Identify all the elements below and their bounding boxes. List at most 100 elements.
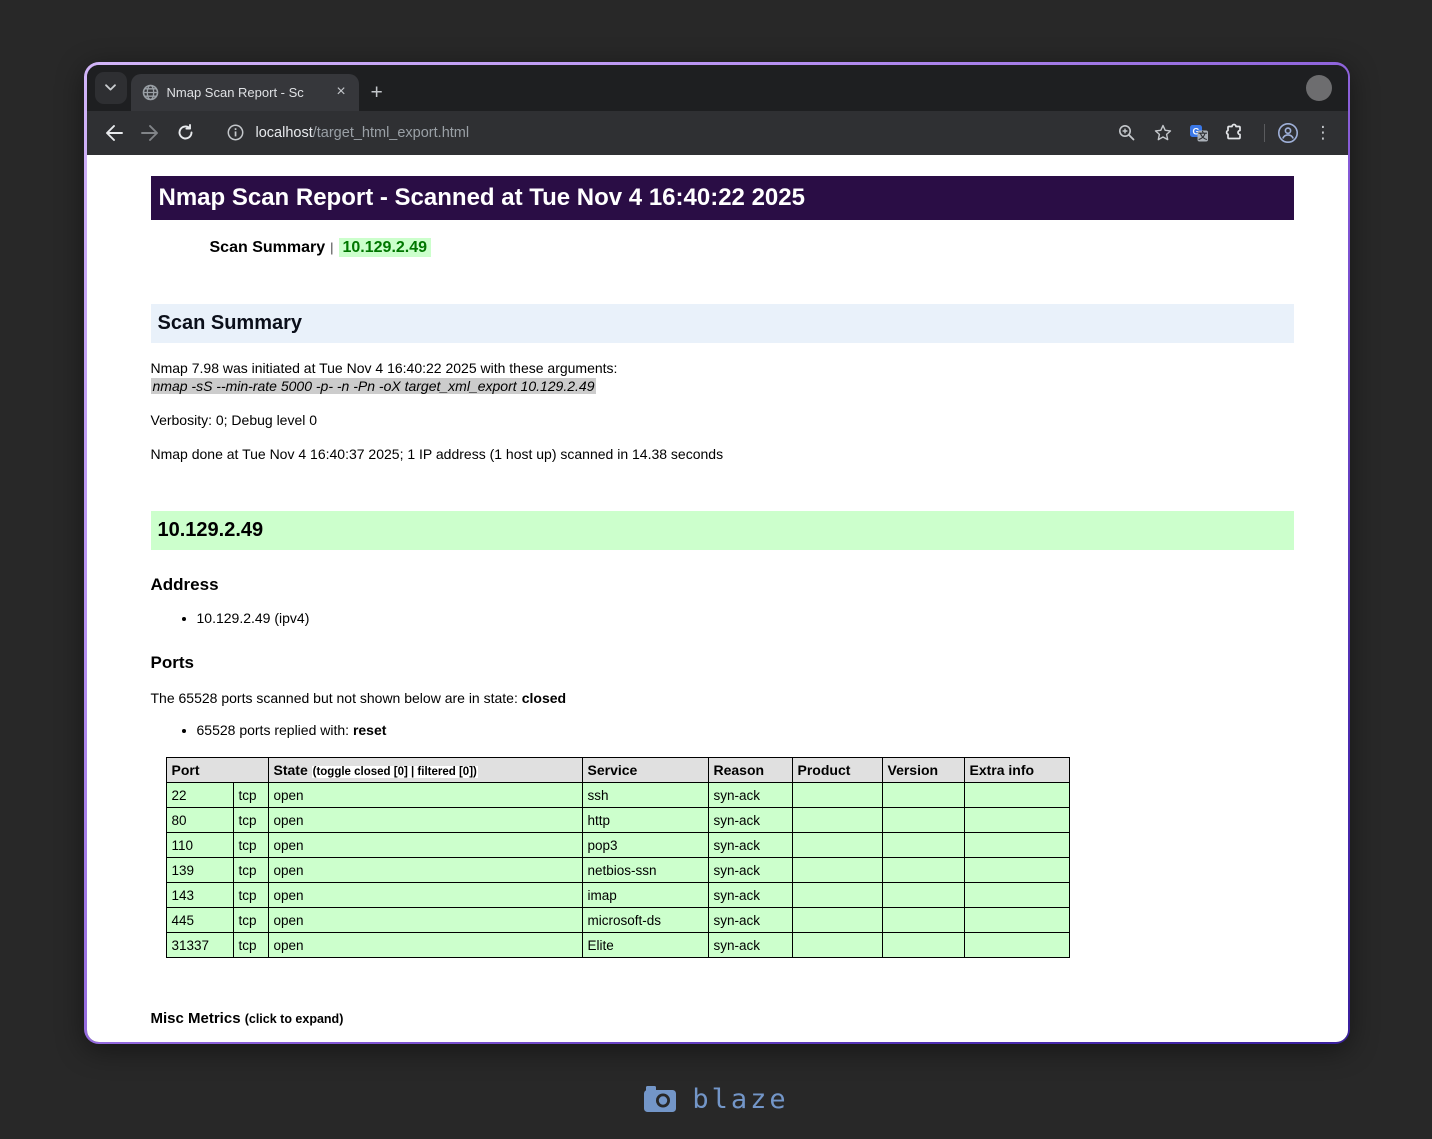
state-cell: open	[267, 832, 583, 858]
ports-table-header-row: Port State (toggle closed [0] | filtered…	[165, 757, 1070, 783]
service-cell: Elite	[581, 932, 709, 958]
tab-strip: Nmap Scan Report - Sc × +	[86, 64, 1348, 111]
address-item: 10.129.2.49 (ipv4)	[197, 609, 1294, 627]
globe-favicon-icon	[142, 84, 159, 101]
version-cell	[881, 882, 965, 908]
ports-replied-value: reset	[352, 721, 387, 738]
ports-note: The 65528 ports scanned but not shown be…	[151, 689, 1294, 707]
watermark-label: blaze	[692, 1083, 789, 1115]
port-cell: 80	[165, 807, 234, 833]
state-toggle-links[interactable]: (toggle closed [0] | filtered [0])	[311, 766, 478, 778]
verbosity-line: Verbosity: 0; Debug level 0	[150, 412, 318, 429]
protocol-cell: tcp	[232, 907, 269, 933]
ports-replied-list: 65528 ports replied with: reset	[151, 721, 1294, 739]
reload-button[interactable]	[171, 118, 201, 148]
misc-metrics-toggle[interactable]: Misc Metrics (click to expand)	[151, 1010, 1294, 1027]
site-info-icon[interactable]	[227, 124, 244, 141]
state-cell: open	[267, 907, 583, 933]
browser-toolbar: localhost/target_html_export.html G 文 ⋮	[86, 110, 1348, 155]
address-list: 10.129.2.49 (ipv4)	[151, 609, 1294, 627]
port-row: 22 tcp open ssh syn-ack	[165, 782, 1070, 808]
ports-heading: Ports	[150, 652, 194, 672]
port-cell: 139	[165, 857, 234, 883]
product-cell	[791, 907, 883, 933]
port-row: 143 tcp open imap syn-ack	[165, 882, 1070, 908]
product-header: Product	[791, 757, 883, 783]
state-cell: open	[267, 882, 583, 908]
misc-metrics-hint-text: (click to expand)	[244, 1012, 344, 1026]
forward-arrow-icon	[140, 124, 158, 141]
reason-cell: syn-ack	[707, 807, 793, 833]
browser-tab[interactable]: Nmap Scan Report - Sc ×	[130, 73, 359, 111]
translate-icon: G 文	[1189, 124, 1208, 141]
nmap-command: nmap -sS --min-rate 5000 -p- -n -Pn -oX …	[150, 377, 597, 394]
version-cell	[881, 857, 965, 883]
reason-header: Reason	[707, 757, 793, 783]
back-button[interactable]	[99, 118, 129, 148]
extra-info-cell	[963, 832, 1070, 858]
protocol-cell: tcp	[232, 807, 269, 833]
reason-cell: syn-ack	[707, 882, 793, 908]
extra-info-cell	[963, 882, 1070, 908]
translate-button[interactable]: G 文	[1184, 118, 1214, 148]
product-cell	[791, 932, 883, 958]
extra-info-cell	[963, 807, 1070, 833]
nav-separator: |	[330, 239, 334, 255]
browser-menu-button[interactable]: ⋮	[1309, 123, 1338, 143]
profile-button[interactable]	[1273, 118, 1303, 148]
service-cell: ssh	[581, 782, 709, 808]
star-icon	[1154, 124, 1171, 141]
address-bar[interactable]: localhost/target_html_export.html	[213, 124, 1112, 141]
misc-metrics-label: Misc Metrics	[150, 1010, 241, 1027]
service-cell: imap	[581, 882, 709, 908]
misc-metrics-hint: (click to expand)	[245, 1012, 344, 1026]
nav-host-link[interactable]: 10.129.2.49	[338, 237, 432, 257]
product-cell	[791, 882, 883, 908]
forward-button[interactable]	[135, 118, 165, 148]
window-avatar-circle[interactable]	[1305, 74, 1332, 101]
ports-note-state: closed	[521, 689, 567, 706]
back-arrow-icon	[105, 124, 123, 141]
url-text[interactable]: localhost/target_html_export.html	[256, 125, 470, 141]
scan-summary-heading: Scan Summary	[150, 303, 1294, 343]
service-header: Service	[581, 757, 709, 783]
tab-close-icon[interactable]: ×	[332, 83, 351, 102]
nmap-done-line: Nmap done at Tue Nov 4 16:40:37 2025; 1 …	[150, 446, 724, 463]
state-cell: open	[267, 932, 583, 958]
nav-scan-summary-link[interactable]: Scan Summary	[210, 239, 326, 256]
bookmark-button[interactable]	[1148, 118, 1178, 148]
port-row: 445 tcp open microsoft-ds syn-ack	[165, 907, 1070, 933]
ports-note-prefix: The 65528 ports scanned but not shown be…	[150, 689, 522, 706]
toolbar-right-icons: G 文 ⋮	[1112, 118, 1338, 148]
tab-search-button[interactable]	[94, 71, 127, 104]
port-row: 110 tcp open pop3 syn-ack	[165, 832, 1070, 858]
address-heading: Address	[150, 575, 219, 595]
service-cell: http	[581, 807, 709, 833]
service-cell: microsoft-ds	[581, 907, 709, 933]
ports-replied-item: 65528 ports replied with: reset	[197, 721, 1294, 739]
version-header: Version	[881, 757, 965, 783]
ports-replied-prefix: 65528 ports replied with:	[196, 721, 353, 738]
reason-cell: syn-ack	[707, 907, 793, 933]
state-cell: open	[267, 807, 583, 833]
extra-info-header: Extra info	[963, 757, 1070, 783]
extensions-button[interactable]	[1220, 118, 1250, 148]
protocol-cell: tcp	[232, 932, 269, 958]
reason-cell: syn-ack	[707, 782, 793, 808]
extra-info-cell	[963, 857, 1070, 883]
tab-title: Nmap Scan Report - Sc	[166, 84, 304, 100]
zoom-button[interactable]	[1112, 118, 1142, 148]
puzzle-piece-icon	[1225, 123, 1241, 140]
port-row: 139 tcp open netbios-ssn syn-ack	[165, 857, 1070, 883]
extra-info-cell	[963, 782, 1070, 808]
report-title: Nmap Scan Report - Scanned at Tue Nov 4 …	[150, 175, 1294, 220]
new-tab-button[interactable]: +	[371, 82, 383, 103]
service-cell: netbios-ssn	[581, 857, 709, 883]
port-row: 80 tcp open http syn-ack	[165, 807, 1070, 833]
reload-icon	[178, 124, 193, 140]
port-cell: 31337	[165, 932, 234, 958]
chevron-down-icon	[104, 83, 117, 92]
reason-cell: syn-ack	[707, 857, 793, 883]
reason-cell: syn-ack	[707, 932, 793, 958]
version-cell	[881, 782, 965, 808]
